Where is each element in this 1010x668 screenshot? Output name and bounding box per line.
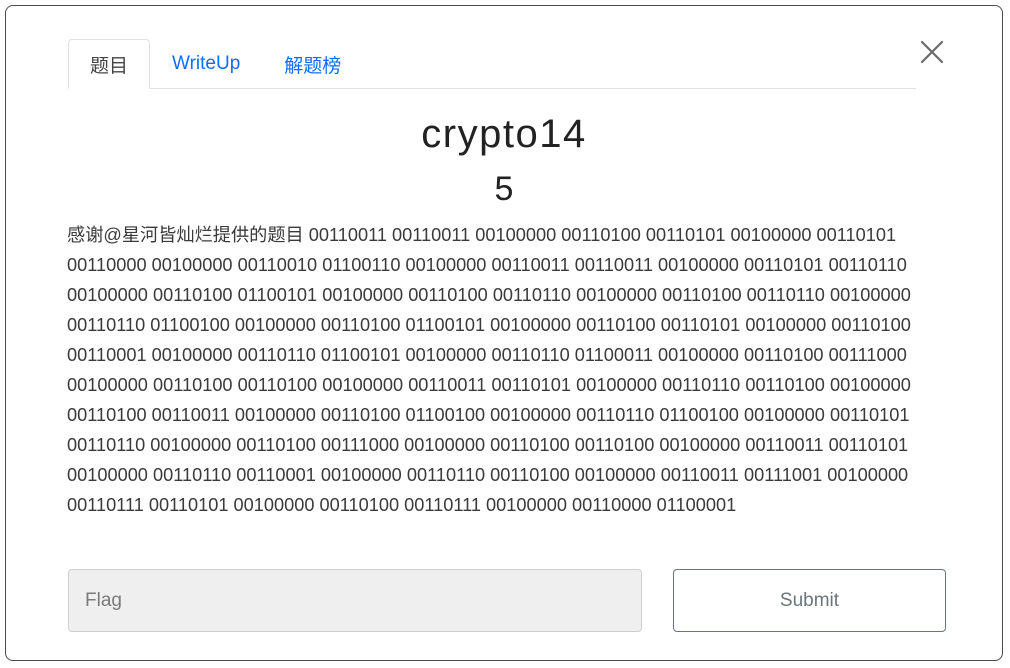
- tab-challenge[interactable]: 题目: [68, 39, 151, 89]
- tab-writeup-label: WriteUp: [172, 53, 241, 74]
- submit-button[interactable]: Submit: [673, 569, 946, 632]
- flag-input[interactable]: [68, 569, 642, 632]
- challenge-points: 5: [494, 170, 514, 208]
- close-button[interactable]: [919, 39, 945, 65]
- tab-solves-label: 解题榜: [284, 55, 342, 77]
- tab-challenge-label: 题目: [90, 55, 129, 77]
- challenge-tabs: 题目 WriteUp 解题榜: [68, 37, 916, 89]
- tab-writeup[interactable]: WriteUp: [150, 39, 262, 89]
- tab-solves[interactable]: 解题榜: [262, 39, 363, 89]
- challenge-title: crypto14: [421, 112, 587, 156]
- challenge-description: 感谢@星河皆灿烂提供的题目 00110011 00110011 00100000…: [67, 225, 911, 515]
- challenge-modal: 题目 WriteUp 解题榜 crypto14 5 感谢@星河皆灿烂提供的题目 …: [5, 5, 1003, 661]
- close-icon: [920, 40, 944, 64]
